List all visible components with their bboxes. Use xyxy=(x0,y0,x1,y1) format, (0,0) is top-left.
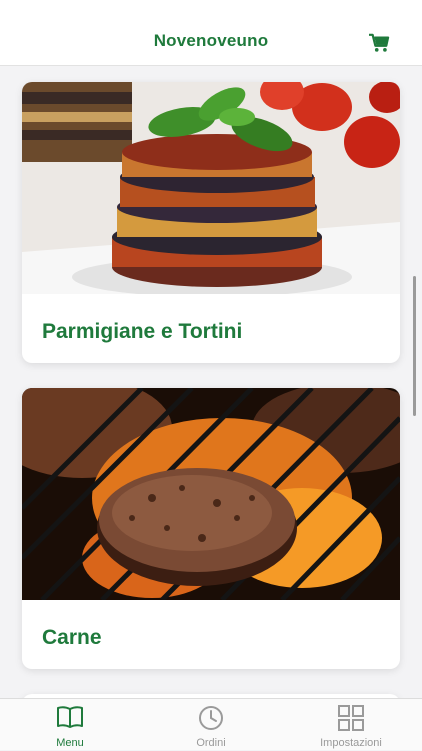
grid-icon xyxy=(338,705,364,731)
tab-label: Ordini xyxy=(196,737,226,749)
tab-impostazioni[interactable]: Impostazioni xyxy=(281,699,421,751)
tab-menu[interactable]: Menu xyxy=(0,699,140,751)
tab-bar: Menu Ordini Impostazioni xyxy=(0,698,422,750)
category-card-carne[interactable]: Carne xyxy=(22,388,400,669)
scrollbar[interactable] xyxy=(413,276,416,416)
clock-icon xyxy=(199,706,223,730)
page-title: Novenoveuno xyxy=(153,31,269,50)
book-icon xyxy=(57,706,83,728)
app-header: Novenoveuno xyxy=(0,0,422,66)
tab-label: Impostazioni xyxy=(320,737,382,749)
tab-label: Menu xyxy=(56,737,84,749)
category-list[interactable]: Parmigiane e Tortini Carne xyxy=(0,66,422,698)
grilled-burger-patty-photo xyxy=(22,388,400,600)
shopping-cart-icon[interactable] xyxy=(368,33,390,53)
category-label: Parmigiane e Tortini xyxy=(42,320,243,343)
eggplant-parmigiana-photo xyxy=(22,82,400,294)
category-label: Carne xyxy=(42,626,102,649)
tab-ordini[interactable]: Ordini xyxy=(141,699,281,751)
category-card-parmigiane[interactable]: Parmigiane e Tortini xyxy=(22,82,400,363)
